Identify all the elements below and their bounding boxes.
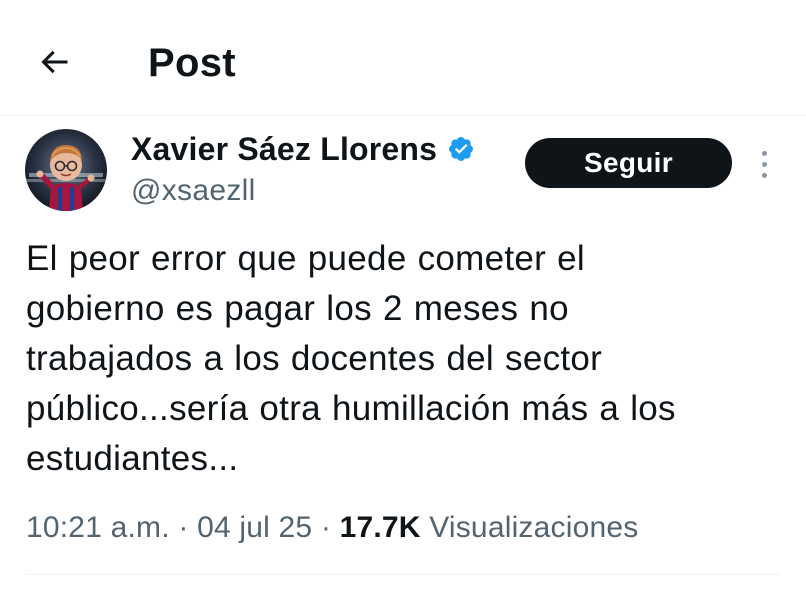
- more-vertical-icon: [761, 150, 767, 156]
- author-name-link[interactable]: Xavier Sáez Llorens: [131, 128, 475, 170]
- post-author-row: Xavier Sáez Llorens @xsaezll Seguir: [0, 116, 806, 226]
- more-vertical-icon-dot: [761, 172, 767, 178]
- top-bar: Post: [0, 0, 806, 116]
- views-link[interactable]: 17.7K Visualizaciones: [340, 511, 639, 544]
- more-options-button[interactable]: [752, 142, 776, 186]
- post-meta: 10:21 a.m. · 04 jul 25 · 17.7K Visualiza…: [26, 506, 638, 550]
- views-count: 17.7K: [339, 511, 421, 544]
- author-name: Xavier Sáez Llorens: [131, 131, 438, 167]
- back-button[interactable]: [32, 40, 76, 84]
- separator-dot: ·: [320, 511, 332, 544]
- post-time: 10:21 a.m.: [26, 511, 170, 544]
- verified-badge-icon: [447, 135, 475, 163]
- post-text-line: público...sería otra humillación más a l…: [26, 389, 676, 428]
- separator-dot: ·: [178, 511, 189, 544]
- divider: [26, 574, 780, 575]
- more-vertical-icon-dot: [761, 161, 767, 167]
- post-text-line: trabajados a los docentes del sector: [26, 339, 603, 378]
- page-title: Post: [148, 41, 236, 85]
- post-date: 04 jul 25: [197, 511, 313, 544]
- post-text-line: gobierno es pagar los 2 meses no: [26, 289, 569, 328]
- views-label: Visualizaciones: [429, 511, 639, 544]
- author-handle[interactable]: @xsaezll: [131, 172, 256, 210]
- avatar-image: [25, 129, 107, 211]
- arrow-left-icon: [41, 50, 68, 74]
- post-text-line: El peor error que puede cometer el: [26, 239, 586, 278]
- post-text-line: estudiantes...: [26, 439, 239, 478]
- avatar[interactable]: [25, 129, 107, 211]
- post-text: El peor error que puede cometer el gobie…: [26, 234, 786, 484]
- follow-button[interactable]: Seguir: [525, 138, 732, 188]
- post-timestamp-link[interactable]: 10:21 a.m. · 04 jul 25: [26, 511, 312, 544]
